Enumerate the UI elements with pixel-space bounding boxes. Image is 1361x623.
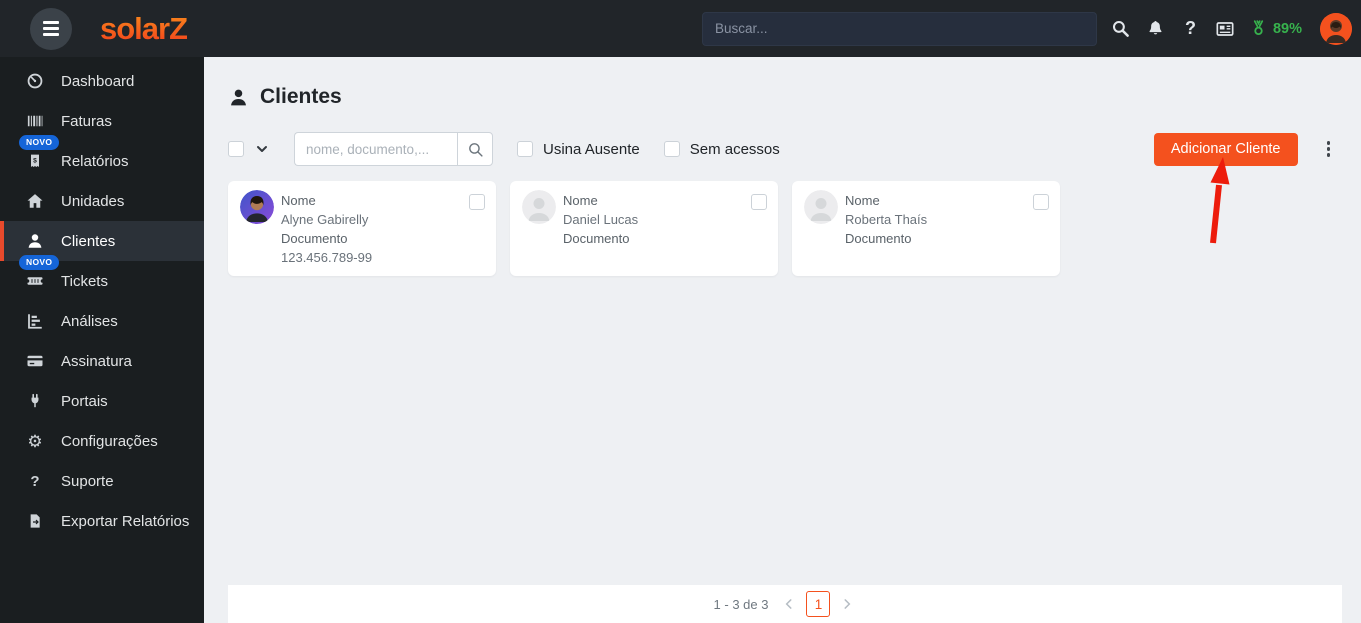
sidebar-item-label: Configurações (61, 432, 158, 450)
page-head: Clientes (228, 85, 1361, 109)
sidebar-item-unidades[interactable]: Unidades (0, 181, 204, 221)
client-name: Alyne Gabirelly (281, 212, 369, 227)
sidebar-item-label: Análises (61, 312, 118, 330)
add-client-button[interactable]: Adicionar Cliente (1153, 132, 1298, 166)
pagination-page-1[interactable]: 1 (806, 591, 831, 617)
health-percent: 89% (1272, 20, 1302, 37)
ticket-icon (26, 272, 44, 290)
client-search-group (294, 132, 493, 166)
chart-icon (26, 312, 44, 330)
dashboard-gauge-icon (26, 72, 44, 90)
user-icon (26, 232, 44, 250)
sidebar-item-label: Portais (61, 392, 108, 410)
select-all-checkbox[interactable] (228, 141, 244, 157)
sem-acessos-filter: Sem acessos (663, 140, 780, 158)
pagination-next-icon[interactable] (838, 595, 856, 613)
filter-toolbar: Usina Ausente Sem acessos Adicionar Clie… (228, 132, 1361, 166)
gear-icon: ⚙ (27, 431, 43, 451)
sidebar-item-relatorios[interactable]: NOVO $ Relatórios (0, 135, 204, 181)
page-title: Clientes (260, 85, 342, 108)
name-label: Nome (281, 193, 316, 208)
client-info: Nome Alyne Gabirelly Documento 123.456.7… (281, 191, 484, 267)
sidebar-item-dashboard[interactable]: Dashboard (0, 61, 204, 101)
client-card[interactable]: Nome Roberta Thaís Documento (792, 181, 1060, 276)
sidebar-item-label: Assinatura (61, 352, 132, 370)
client-card[interactable]: Nome Alyne Gabirelly Documento 123.456.7… (228, 181, 496, 276)
credit-card-icon (26, 352, 44, 370)
sidebar-item-analises[interactable]: Análises (0, 301, 204, 341)
barcode-icon (26, 112, 44, 130)
client-card-list: Nome Alyne Gabirelly Documento 123.456.7… (228, 181, 1361, 276)
client-avatar-placeholder (804, 190, 838, 224)
sidebar-item-exportar-relatorios[interactable]: Exportar Relatórios (0, 501, 204, 541)
document-label: Documento (845, 231, 912, 246)
sem-acessos-label: Sem acessos (689, 140, 780, 158)
chevron-down-icon[interactable] (254, 141, 270, 157)
more-options-kebab-icon[interactable] (1323, 137, 1335, 161)
export-file-icon (26, 512, 44, 530)
pagination-range: 1 - 3 de 3 (713, 596, 769, 612)
client-name: Roberta Thaís (845, 212, 928, 227)
sidebar: Dashboard Faturas NOVO $ Relatórios Unid… (0, 57, 204, 623)
sidebar-item-suporte[interactable]: ? Suporte (0, 461, 204, 501)
client-search-input[interactable] (294, 132, 457, 166)
client-select-checkbox[interactable] (469, 194, 485, 210)
topbar-icons: ? 89% (1103, 11, 1361, 46)
svg-text:$: $ (33, 157, 37, 164)
client-info: Nome Roberta Thaís Documento (845, 191, 1048, 248)
client-avatar-placeholder (522, 190, 556, 224)
sidebar-item-label: Suporte (61, 472, 114, 490)
sidebar-item-configuracoes[interactable]: ⚙ Configurações (0, 421, 204, 461)
help-icon[interactable]: ? (1173, 11, 1208, 46)
solarz-logo[interactable]: solarZ (100, 11, 188, 47)
sidebar-item-label: Tickets (61, 272, 108, 290)
sidebar-item-label: Clientes (61, 232, 116, 250)
client-select-checkbox[interactable] (1033, 194, 1049, 210)
home-icon (26, 192, 44, 210)
usina-ausente-checkbox[interactable] (517, 141, 533, 157)
usina-ausente-filter: Usina Ausente (517, 141, 640, 158)
medal-icon (1249, 19, 1268, 38)
pagination-bar: 1 - 3 de 3 1 (228, 585, 1342, 623)
sidebar-item-label: Dashboard (61, 72, 135, 90)
client-document: 123.456.789-99 (281, 250, 373, 265)
client-name: Daniel Lucas (563, 212, 639, 227)
novo-badge: NOVO (19, 135, 60, 150)
usina-ausente-label: Usina Ausente (543, 140, 640, 158)
name-label: Nome (845, 193, 880, 208)
global-search-input[interactable] (701, 11, 1097, 46)
client-select-checkbox[interactable] (751, 194, 767, 210)
plug-icon (26, 392, 44, 410)
hamburger-menu-button[interactable] (30, 7, 72, 50)
sem-acessos-checkbox[interactable] (663, 141, 680, 157)
name-label: Nome (563, 193, 598, 208)
novo-badge: NOVO (19, 255, 60, 270)
sidebar-item-label: Relatórios (61, 152, 129, 170)
sidebar-item-assinatura[interactable]: Assinatura (0, 341, 204, 381)
clients-icon (228, 87, 249, 108)
question-mark-icon: ? (30, 472, 40, 490)
sidebar-item-tickets[interactable]: NOVO Tickets (0, 255, 204, 301)
receipt-icon: $ (26, 152, 44, 170)
user-avatar[interactable] (1320, 12, 1352, 45)
sidebar-item-label: Unidades (61, 192, 125, 210)
health-score[interactable]: 89% (1249, 19, 1302, 38)
sidebar-item-label: Faturas (61, 112, 112, 130)
notifications-bell-icon[interactable] (1138, 11, 1173, 46)
document-label: Documento (563, 231, 630, 246)
search-icon[interactable] (1103, 11, 1138, 46)
client-info: Nome Daniel Lucas Documento (563, 191, 766, 248)
client-avatar (240, 190, 274, 224)
pagination-prev-icon[interactable] (780, 595, 798, 613)
sidebar-item-label: Exportar Relatórios (61, 512, 190, 530)
document-label: Documento (281, 231, 348, 246)
topbar: solarZ ? 89% (0, 0, 1361, 57)
client-search-button[interactable] (457, 132, 493, 166)
sidebar-item-portais[interactable]: Portais (0, 381, 204, 421)
main-content: Clientes Usina Ausente Sem acessos Adic (204, 57, 1361, 623)
client-card[interactable]: Nome Daniel Lucas Documento (510, 181, 778, 276)
news-icon[interactable] (1208, 11, 1243, 46)
